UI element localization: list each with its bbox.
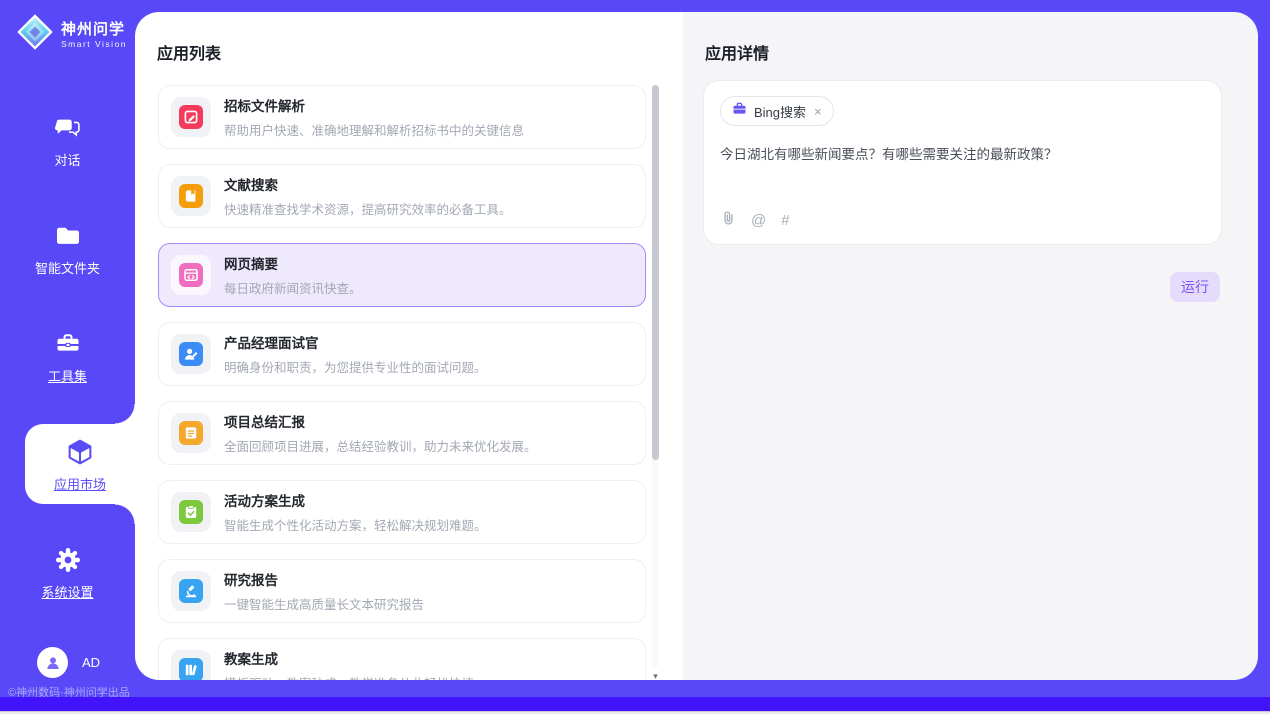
app-card[interactable]: 活动方案生成 智能生成个性化活动方案，轻松解决规划难题。 — [158, 480, 646, 544]
folder-icon — [54, 219, 82, 253]
microscope-icon — [179, 579, 203, 603]
sidebar-item-settings[interactable]: 系统设置 — [0, 532, 135, 612]
person-edit-icon — [179, 342, 203, 366]
scrollbar-thumb[interactable] — [652, 85, 659, 460]
app-card-description: 明确身份和职责，为您提供专业性的面试问题。 — [224, 357, 487, 376]
note-icon — [179, 421, 203, 445]
app-card-icon — [171, 334, 211, 374]
app-card-description: 模板驱动，教案秒成，教学准备从此轻松快捷 — [224, 673, 474, 680]
tool-chip-label: Bing搜索 — [754, 102, 806, 121]
user-label: AD — [82, 655, 100, 670]
sidebar: 神州问学 Smart Vision 对话 智能文件夹 工具集 应用市场 系统设置… — [0, 0, 135, 697]
brand-name: 神州问学 — [61, 21, 127, 39]
app-card-description: 快速精准查找学术资源，提高研究效率的必备工具。 — [224, 199, 512, 218]
person-icon — [44, 654, 62, 672]
app-card-title: 项目总结汇报 — [224, 411, 537, 431]
scroll-down-arrow-icon[interactable]: ▾ — [651, 671, 660, 680]
app-card[interactable]: 产品经理面试官 明确身份和职责，为您提供专业性的面试问题。 — [158, 322, 646, 386]
sidebar-item-label: 智能文件夹 — [35, 258, 100, 277]
app-card-list: 招标文件解析 帮助用户快速、准确地理解和解析招标书中的关键信息 文献搜索 快速精… — [158, 85, 646, 680]
sidebar-item-app-market[interactable]: 应用市场 — [25, 424, 135, 504]
app-card[interactable]: 文献搜索 快速精准查找学术资源，提高研究效率的必备工具。 — [158, 164, 646, 228]
pen-document-icon — [179, 105, 203, 129]
app-card-description: 全面回顾项目进展，总结经验教训，助力未来优化发展。 — [224, 436, 537, 455]
prompt-text[interactable]: 今日湖北有哪些新闻要点？有哪些需要关注的最新政策？ — [720, 145, 1205, 164]
chip-close-icon[interactable]: × — [814, 104, 822, 119]
app-card-title: 网页摘要 — [224, 253, 362, 273]
app-card[interactable]: 研究报告 一键智能生成高质量长文本研究报告 — [158, 559, 646, 623]
app-card-description: 智能生成个性化活动方案，轻松解决规划难题。 — [224, 515, 487, 534]
app-card-icon — [171, 255, 211, 295]
app-card[interactable]: 网页摘要 每日政府新闻资讯快查。 — [158, 243, 646, 307]
app-card-icon — [171, 571, 211, 611]
diamond-logo-icon — [16, 13, 54, 56]
run-button[interactable]: 运行 — [1170, 272, 1220, 302]
sidebar-item-label: 应用市场 — [54, 474, 106, 493]
app-card-title: 研究报告 — [224, 569, 424, 589]
sidebar-item-label: 工具集 — [48, 366, 87, 385]
app-list-panel: 应用列表 招标文件解析 帮助用户快速、准确地理解和解析招标书中的关键信息 文献搜… — [135, 12, 683, 680]
gear-icon — [54, 543, 82, 577]
main-content: 应用列表 招标文件解析 帮助用户快速、准确地理解和解析招标书中的关键信息 文献搜… — [135, 12, 1258, 680]
books-icon — [179, 658, 203, 680]
briefcase-icon — [732, 101, 747, 121]
cube-icon — [64, 435, 96, 469]
scrollbar[interactable]: ▾ — [651, 85, 660, 680]
tool-chip-bing-search[interactable]: Bing搜索 × — [720, 96, 834, 126]
browser-code-icon — [179, 263, 203, 287]
app-card[interactable]: 项目总结汇报 全面回顾项目进展，总结经验教训，助力未来优化发展。 — [158, 401, 646, 465]
app-list-title: 应用列表 — [157, 40, 221, 64]
sidebar-item-chat[interactable]: 对话 — [0, 100, 135, 180]
app-card[interactable]: 招标文件解析 帮助用户快速、准确地理解和解析招标书中的关键信息 — [158, 85, 646, 149]
sidebar-item-label: 系统设置 — [41, 582, 93, 601]
bottom-blue-strip — [0, 697, 1270, 711]
sidebar-item-label: 对话 — [54, 150, 80, 169]
sidebar-item-smart-folders[interactable]: 智能文件夹 — [0, 208, 135, 288]
book-icon — [179, 184, 203, 208]
brand-logo: 神州问学 Smart Vision — [16, 13, 127, 56]
app-detail-panel: 应用详情 Bing搜索 × 今日湖北有哪些新闻要点？有哪些需要关注的最新政策？ — [683, 12, 1258, 680]
app-card-icon — [171, 492, 211, 532]
app-card-description: 帮助用户快速、准确地理解和解析招标书中的关键信息 — [224, 120, 524, 139]
app-card[interactable]: 教案生成 模板驱动，教案秒成，教学准备从此轻松快捷 — [158, 638, 646, 680]
paperclip-icon[interactable] — [721, 210, 736, 231]
sidebar-item-toolset[interactable]: 工具集 — [0, 316, 135, 396]
app-card-title: 活动方案生成 — [224, 490, 487, 510]
app-card-description: 一键智能生成高质量长文本研究报告 — [224, 594, 424, 613]
avatar[interactable] — [37, 647, 68, 678]
app-card-title: 产品经理面试官 — [224, 332, 487, 352]
app-detail-title: 应用详情 — [705, 40, 769, 64]
toolbox-icon — [54, 327, 82, 361]
sidebar-nav: 对话 智能文件夹 工具集 应用市场 系统设置 — [0, 100, 135, 640]
app-card-icon — [171, 413, 211, 453]
app-card-description: 每日政府新闻资讯快查。 — [224, 278, 362, 297]
app-card-title: 文献搜索 — [224, 174, 512, 194]
app-card-icon — [171, 650, 211, 680]
clipboard-check-icon — [179, 500, 203, 524]
app-window: 神州问学 Smart Vision 对话 智能文件夹 工具集 应用市场 系统设置… — [0, 0, 1270, 697]
user-row[interactable]: AD — [37, 647, 100, 678]
app-card-title: 招标文件解析 — [224, 95, 524, 115]
app-card-icon — [171, 97, 211, 137]
app-card-icon — [171, 176, 211, 216]
brand-subtitle: Smart Vision — [61, 39, 127, 49]
hash-icon[interactable]: # — [781, 212, 789, 229]
prompt-toolbar: @ # — [721, 210, 790, 231]
at-icon[interactable]: @ — [751, 212, 766, 229]
prompt-card: Bing搜索 × 今日湖北有哪些新闻要点？有哪些需要关注的最新政策？ @ # — [703, 80, 1222, 245]
chat-icon — [54, 111, 82, 145]
app-card-title: 教案生成 — [224, 648, 474, 668]
